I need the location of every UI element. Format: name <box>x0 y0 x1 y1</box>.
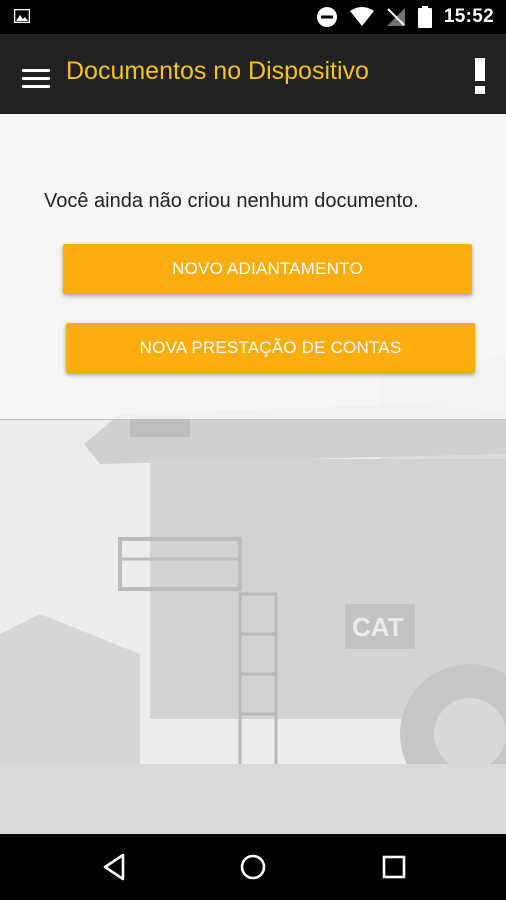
empty-state-card: Você ainda não criou nenhum documento. N… <box>0 114 506 420</box>
truck-brand-text: CAT <box>352 612 404 642</box>
menu-icon[interactable] <box>22 69 50 89</box>
page-title: Documentos no Dispositivo <box>66 57 369 85</box>
back-icon[interactable] <box>100 852 130 882</box>
image-icon <box>14 9 30 23</box>
status-bar: 15:52 <box>0 0 506 34</box>
status-icons: 15:52 <box>316 0 494 34</box>
signal-off-icon <box>386 8 405 26</box>
app-bar: Documentos no Dispositivo <box>0 34 506 114</box>
recents-icon[interactable] <box>379 852 409 882</box>
navigation-bar <box>0 834 506 900</box>
battery-icon <box>417 6 432 28</box>
do-not-disturb-icon <box>316 7 337 27</box>
empty-state-message: Você ainda não criou nenhum documento. <box>44 190 419 212</box>
home-icon[interactable] <box>238 852 268 882</box>
main-content: CAT Você ainda não criou nenhum document… <box>0 114 506 834</box>
status-time: 15:52 <box>443 6 494 27</box>
new-accounting-button[interactable]: NOVA PRESTAÇÃO DE CONTAS <box>66 323 475 373</box>
alert-icon[interactable] <box>474 58 486 94</box>
new-advance-button[interactable]: NOVO ADIANTAMENTO <box>63 244 472 294</box>
wifi-icon <box>349 7 374 26</box>
